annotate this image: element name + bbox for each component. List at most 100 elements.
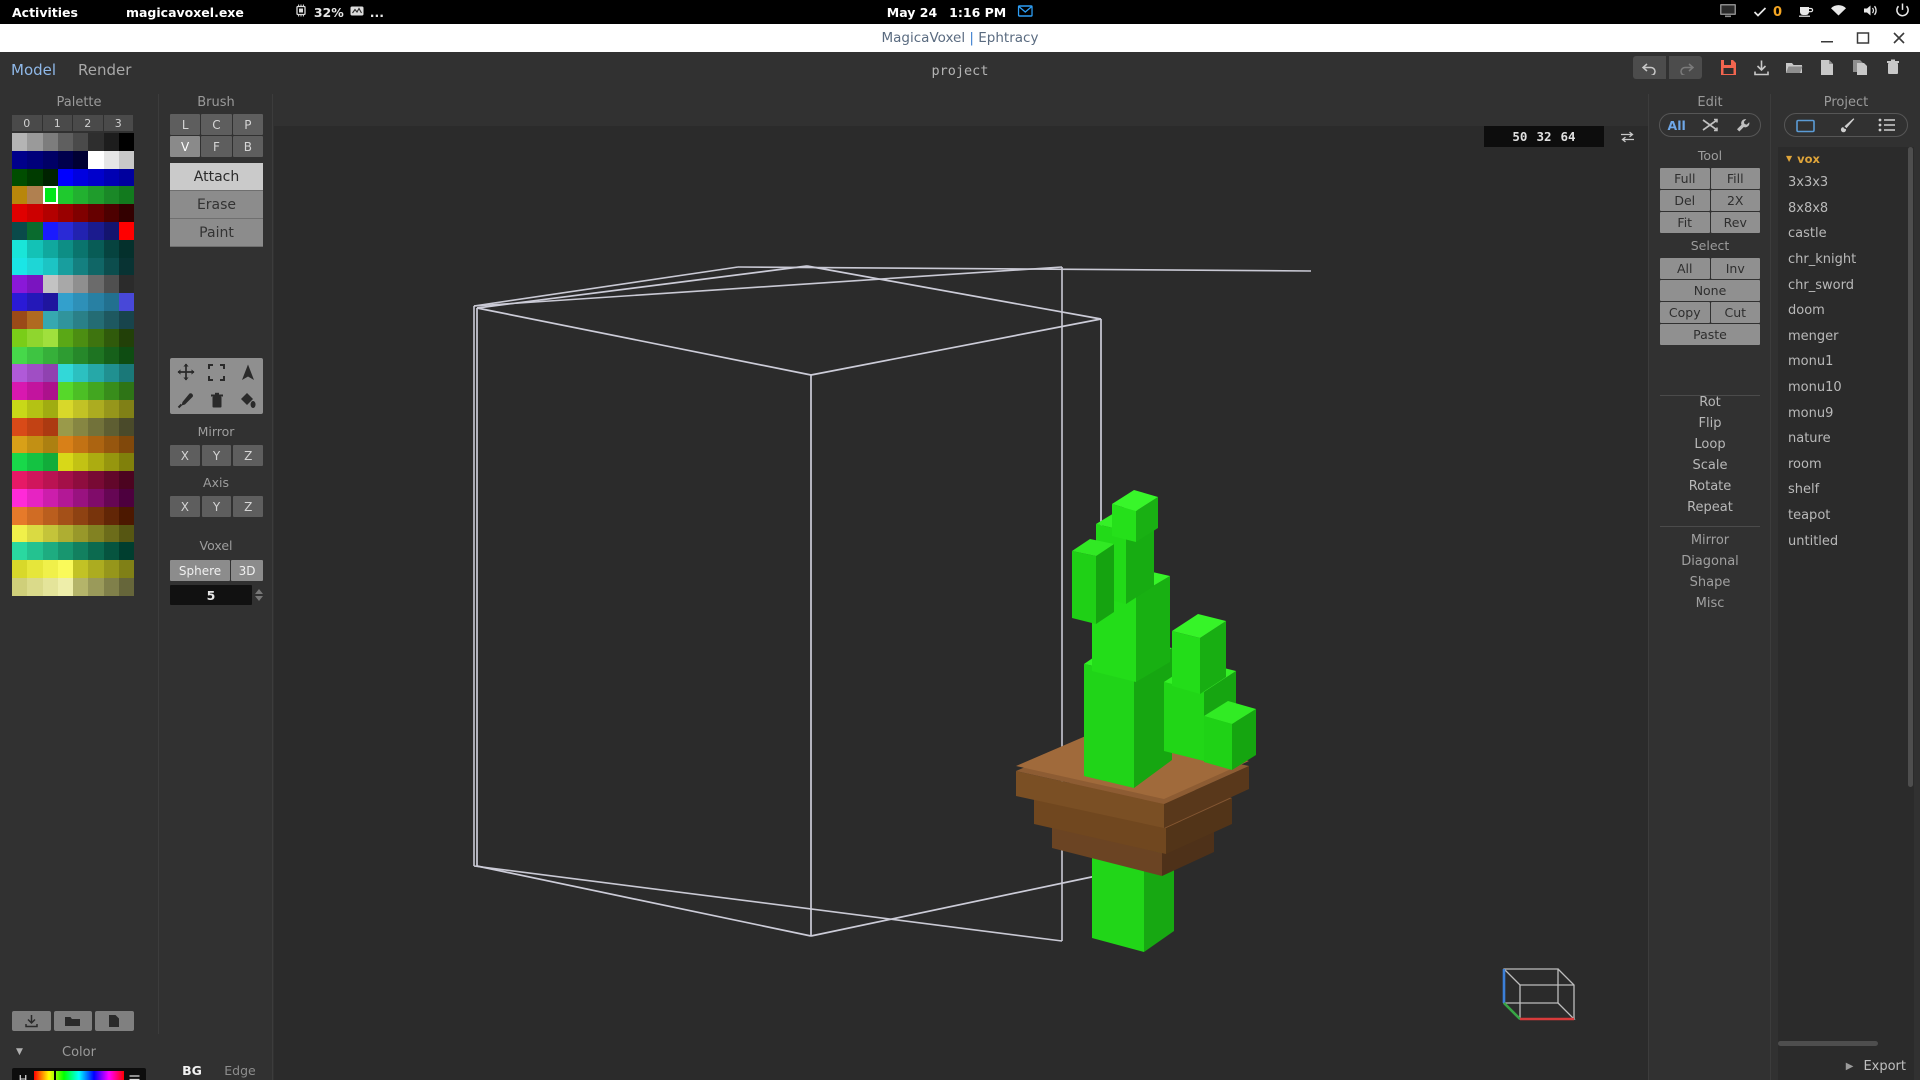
import-button[interactable] <box>1746 56 1776 79</box>
palette-swatch[interactable] <box>88 169 103 187</box>
palette-swatch[interactable] <box>88 186 103 204</box>
volume-icon[interactable] <box>1863 4 1879 21</box>
project-file-item[interactable]: nature <box>1778 426 1914 452</box>
palette-swatch[interactable] <box>58 578 73 596</box>
palette-swatch[interactable] <box>27 525 42 543</box>
palette-new-icon[interactable] <box>95 1011 134 1031</box>
palette-swatch[interactable] <box>27 382 42 400</box>
palette-swatch[interactable] <box>73 275 88 293</box>
voxel-size-stepper[interactable] <box>254 585 264 605</box>
palette-swatch[interactable] <box>119 258 134 276</box>
palette-swatch[interactable] <box>104 169 119 187</box>
palette-swatch[interactable] <box>88 151 103 169</box>
palette-swatch[interactable] <box>73 453 88 471</box>
palette-swatch[interactable] <box>12 204 27 222</box>
redo-button[interactable] <box>1669 56 1702 79</box>
axis-z-button[interactable]: Z <box>233 496 263 517</box>
palette-swatch[interactable] <box>104 578 119 596</box>
palette-swatch[interactable] <box>43 186 58 204</box>
brush-mode-F[interactable]: F <box>201 136 231 157</box>
palette-swatch[interactable] <box>43 436 58 454</box>
palette-swatch[interactable] <box>119 525 134 543</box>
extras-mirror-button[interactable]: Mirror <box>1650 533 1770 548</box>
palette-swatch[interactable] <box>73 507 88 525</box>
brush-erase-button[interactable]: Erase <box>170 191 263 219</box>
palette-swatch[interactable] <box>88 329 103 347</box>
palette-swatch[interactable] <box>27 489 42 507</box>
palette-swatch[interactable] <box>119 507 134 525</box>
palette-swatch[interactable] <box>88 525 103 543</box>
eyedropper-icon[interactable] <box>170 386 201 414</box>
palette-swatch[interactable] <box>119 204 134 222</box>
palette-swatch[interactable] <box>12 311 27 329</box>
palette-swatch[interactable] <box>12 507 27 525</box>
overflow-ellipsis[interactable]: ... <box>370 5 384 20</box>
palette-swatch[interactable] <box>73 560 88 578</box>
select-copy-button[interactable]: Copy <box>1660 302 1710 323</box>
toggle-edge[interactable]: Edge <box>216 1059 264 1080</box>
palette-swatch[interactable] <box>88 382 103 400</box>
palette-swatch[interactable] <box>88 293 103 311</box>
palette-swatch[interactable] <box>88 418 103 436</box>
palette-swatch[interactable] <box>43 169 58 187</box>
brush-mode-P[interactable]: P <box>233 114 263 135</box>
palette-swatch[interactable] <box>73 382 88 400</box>
screen-icon[interactable] <box>1719 3 1737 22</box>
palette-column-1[interactable]: 1 <box>43 115 74 131</box>
palette-swatch[interactable] <box>12 436 27 454</box>
project-file-list[interactable]: ▼ vox 3x3x38x8x8castlechr_knightchr_swor… <box>1778 147 1914 1080</box>
project-file-item[interactable]: 3x3x3 <box>1778 170 1914 196</box>
palette-swatch[interactable] <box>73 436 88 454</box>
palette-swatch[interactable] <box>58 382 73 400</box>
palette-swatch[interactable] <box>119 578 134 596</box>
extras-shape-button[interactable]: Shape <box>1650 575 1770 590</box>
palette-swatch[interactable] <box>88 311 103 329</box>
palette-swatch[interactable] <box>27 293 42 311</box>
palette-swatch[interactable] <box>12 329 27 347</box>
palette-swatch[interactable] <box>58 186 73 204</box>
palette-swatch[interactable] <box>43 275 58 293</box>
palette-swatch[interactable] <box>119 489 134 507</box>
palette-swatch[interactable] <box>88 275 103 293</box>
palette-swatch[interactable] <box>43 418 58 436</box>
brush-mode-B[interactable]: B <box>233 136 263 157</box>
palette-swatch[interactable] <box>73 525 88 543</box>
mirror-y-button[interactable]: Y <box>202 445 232 466</box>
brush-mode-L[interactable]: L <box>170 114 200 135</box>
project-file-item[interactable]: room <box>1778 452 1914 478</box>
palette-swatch[interactable] <box>119 418 134 436</box>
palette-swatch[interactable] <box>119 275 134 293</box>
palette-swatch[interactable] <box>27 329 42 347</box>
palette-swatch[interactable] <box>43 382 58 400</box>
palette-swatch[interactable] <box>73 418 88 436</box>
palette-swatch[interactable] <box>88 471 103 489</box>
palette-swatch[interactable] <box>27 347 42 365</box>
palette-swatch[interactable] <box>104 418 119 436</box>
axis-x-button[interactable]: X <box>170 496 200 517</box>
delete-button[interactable] <box>1878 56 1908 79</box>
palette-swatch[interactable] <box>12 293 27 311</box>
transform-rotate-button[interactable]: Rotate <box>1650 479 1770 494</box>
palette-swatch[interactable] <box>119 453 134 471</box>
palette-swatch[interactable] <box>43 364 58 382</box>
palette-swatch[interactable] <box>119 542 134 560</box>
palette-swatch[interactable] <box>88 489 103 507</box>
palette-swatch[interactable] <box>119 151 134 169</box>
palette-swatch[interactable] <box>88 560 103 578</box>
transform-flip-button[interactable]: Flip <box>1650 416 1770 431</box>
palette-swatch[interactable] <box>119 400 134 418</box>
minimize-button[interactable] <box>1820 31 1834 45</box>
palette-swatch[interactable] <box>88 222 103 240</box>
palette-column-0[interactable]: 0 <box>12 115 43 131</box>
palette-swatch[interactable] <box>27 507 42 525</box>
project-file-item[interactable]: 8x8x8 <box>1778 196 1914 222</box>
palette-swatch[interactable] <box>119 222 134 240</box>
palette-swatch[interactable] <box>43 133 58 151</box>
palette-swatch[interactable] <box>119 471 134 489</box>
palette-swatch[interactable] <box>104 382 119 400</box>
palette-swatch[interactable] <box>104 364 119 382</box>
export-button[interactable]: Export <box>1863 1059 1906 1074</box>
palette-swatch[interactable] <box>27 222 42 240</box>
palette-swatch[interactable] <box>104 240 119 258</box>
palette-swatch[interactable] <box>104 525 119 543</box>
